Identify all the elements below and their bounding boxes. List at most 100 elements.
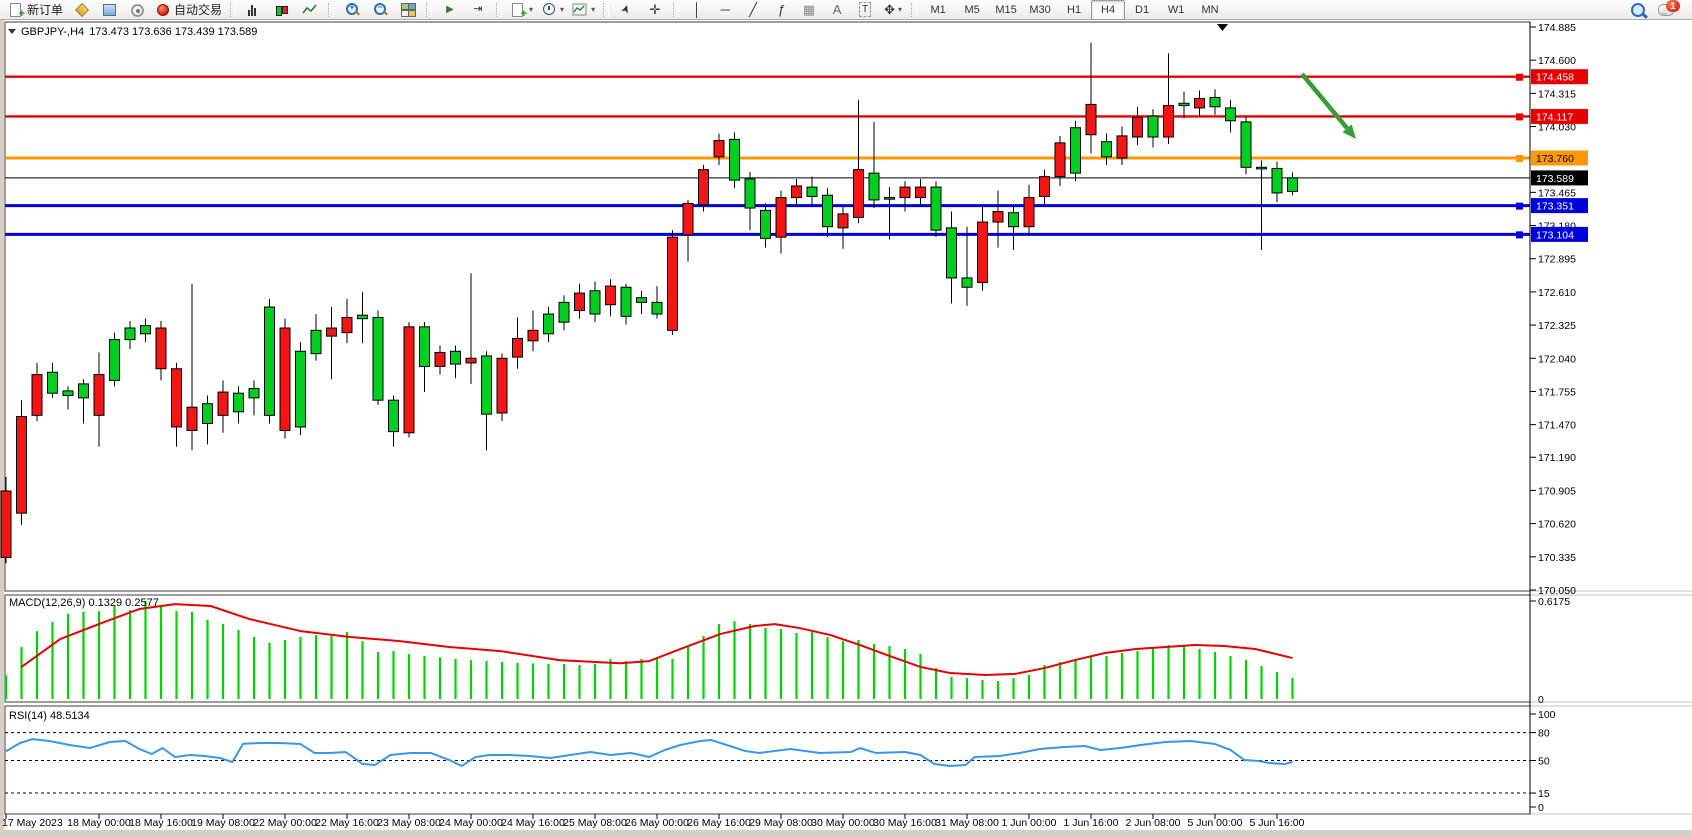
rsi-axis-label: 0 — [1538, 802, 1544, 814]
candle-body — [916, 187, 926, 197]
time-label: 31 May 08:00 — [935, 817, 999, 829]
level-handle — [1516, 74, 1523, 81]
zoom-out-button[interactable]: − — [366, 0, 394, 20]
grid-f-button[interactable]: ▦ — [795, 0, 823, 20]
chat-bubble-icon: 1 — [1658, 4, 1674, 16]
trendline-button[interactable]: ╱ — [739, 0, 767, 20]
fibonacci-button[interactable]: ƒ — [767, 0, 795, 20]
trendline-icon: ╱ — [749, 3, 757, 16]
price-badge-label: 173.760 — [1536, 153, 1574, 165]
chart-canvas[interactable]: 174.885174.600174.315174.030173.465173.1… — [0, 0, 1692, 837]
notifications-button[interactable]: 1 — [1652, 0, 1680, 20]
indicators-button[interactable]: +▾ — [506, 0, 537, 20]
zoom-out-icon: − — [372, 2, 388, 17]
timeframe-m5-button[interactable]: M5 — [955, 0, 989, 20]
arrows-icon: ✥ — [884, 3, 895, 16]
chart-title-row: GBPJPY-,H4 173.473 173.636 173.439 173.5… — [8, 25, 257, 38]
line-chart-button[interactable] — [296, 0, 324, 20]
time-label: 26 May 16:00 — [687, 817, 751, 829]
candle-body — [544, 314, 554, 334]
candle-body — [885, 198, 895, 200]
rsi-axis-label: 15 — [1538, 788, 1550, 800]
templates-button[interactable]: ▾ — [568, 0, 599, 20]
candle-body — [156, 328, 166, 369]
tile-windows-icon — [400, 2, 416, 17]
text-label-button[interactable]: T — [851, 0, 879, 20]
auto-scroll-icon: ▶ — [446, 3, 454, 16]
macd-axis-max-label: 0.6175 — [1538, 596, 1570, 608]
level-handle — [1516, 231, 1523, 238]
price-tick-label: 173.465 — [1538, 187, 1576, 199]
symbol-expander-icon[interactable] — [8, 29, 16, 38]
horizontal-line-icon: ─ — [720, 3, 729, 16]
notification-badge: 1 — [1666, 0, 1680, 12]
candle-body — [962, 278, 972, 287]
candle-body — [497, 358, 507, 413]
horizontal-line-button[interactable]: ─ — [711, 0, 739, 20]
candle-body — [838, 214, 848, 228]
candle-body — [1009, 213, 1019, 227]
candle-body — [327, 328, 337, 336]
time-label: 2 Jun 08:00 — [1126, 817, 1181, 829]
timeframe-m15-button[interactable]: M15 — [989, 0, 1023, 20]
timeframe-mn-button[interactable]: MN — [1193, 0, 1227, 20]
dropdown-caret-icon: ▾ — [560, 5, 564, 14]
candlestick-chart-button[interactable] — [268, 0, 296, 20]
text-button[interactable]: A — [823, 0, 851, 20]
bar-chart-button[interactable] — [240, 0, 268, 20]
candle-body — [869, 173, 879, 200]
price-tick-label: 170.335 — [1538, 552, 1576, 564]
new-order-icon: + — [8, 2, 24, 17]
candle-body — [683, 203, 693, 234]
time-label: 22 May 16:00 — [315, 817, 379, 829]
signals-button[interactable] — [123, 0, 151, 20]
timeframe-h4-button[interactable]: H4 — [1091, 0, 1125, 20]
macd-label: MACD(12,26,9) 0.1329 0.2577 — [9, 597, 159, 609]
auto-scroll-button[interactable]: ▶ — [436, 0, 464, 20]
timeframe-h1-button[interactable]: H1 — [1057, 0, 1091, 20]
indicators-icon: + — [510, 2, 526, 17]
candle-body — [699, 170, 709, 205]
timeframe-m30-button[interactable]: M30 — [1023, 0, 1057, 20]
search-button[interactable] — [1624, 0, 1652, 20]
candle-body — [823, 195, 833, 226]
candle-body — [389, 400, 399, 431]
tile-windows-button[interactable] — [394, 0, 422, 20]
candle-body — [575, 293, 585, 310]
crosshair-button[interactable]: ✛ — [641, 0, 669, 20]
candle-body — [1195, 99, 1205, 108]
price-tick-label: 170.620 — [1538, 519, 1576, 531]
auto-trading-icon — [155, 2, 171, 17]
time-label: 23 May 08:00 — [377, 817, 441, 829]
profiles-button[interactable] — [95, 0, 123, 20]
timeframe-m1-button[interactable]: M1 — [921, 0, 955, 20]
candle-body — [404, 327, 414, 433]
candle-body — [1179, 103, 1189, 105]
profiles-icon — [101, 2, 117, 17]
periods-button[interactable]: ▾ — [537, 0, 568, 20]
new-order-button[interactable]: + 新订单 — [4, 0, 67, 20]
timeframe-w1-button[interactable]: W1 — [1159, 0, 1193, 20]
candle-body — [1288, 178, 1298, 192]
time-label: 30 May 16:00 — [873, 817, 937, 829]
cursor-button[interactable]: ➤ — [613, 0, 641, 20]
candle-body — [513, 338, 523, 357]
symbol-label: GBPJPY-,H4 — [21, 26, 84, 38]
candle-body — [1071, 128, 1081, 173]
auto-trading-button[interactable]: 自动交易 — [151, 0, 226, 20]
time-label: 18 May 16:00 — [129, 817, 193, 829]
time-label: 17 May 2023 — [2, 817, 63, 829]
dropdown-caret-icon: ▾ — [529, 5, 533, 14]
candle-body — [280, 328, 290, 430]
candle-body — [730, 139, 740, 180]
zoom-in-button[interactable]: + — [338, 0, 366, 20]
candle-body — [466, 358, 476, 363]
time-label: 1 Jun 16:00 — [1064, 817, 1119, 829]
chart-wizard-button[interactable] — [67, 0, 95, 20]
vertical-line-button[interactable]: │ — [683, 0, 711, 20]
price-badge-label: 173.351 — [1536, 201, 1574, 213]
chart-shift-button[interactable]: ⇥ — [464, 0, 492, 20]
arrows-button[interactable]: ✥▾ — [879, 0, 907, 20]
auto-trading-label: 自动交易 — [174, 1, 222, 18]
timeframe-d1-button[interactable]: D1 — [1125, 0, 1159, 20]
